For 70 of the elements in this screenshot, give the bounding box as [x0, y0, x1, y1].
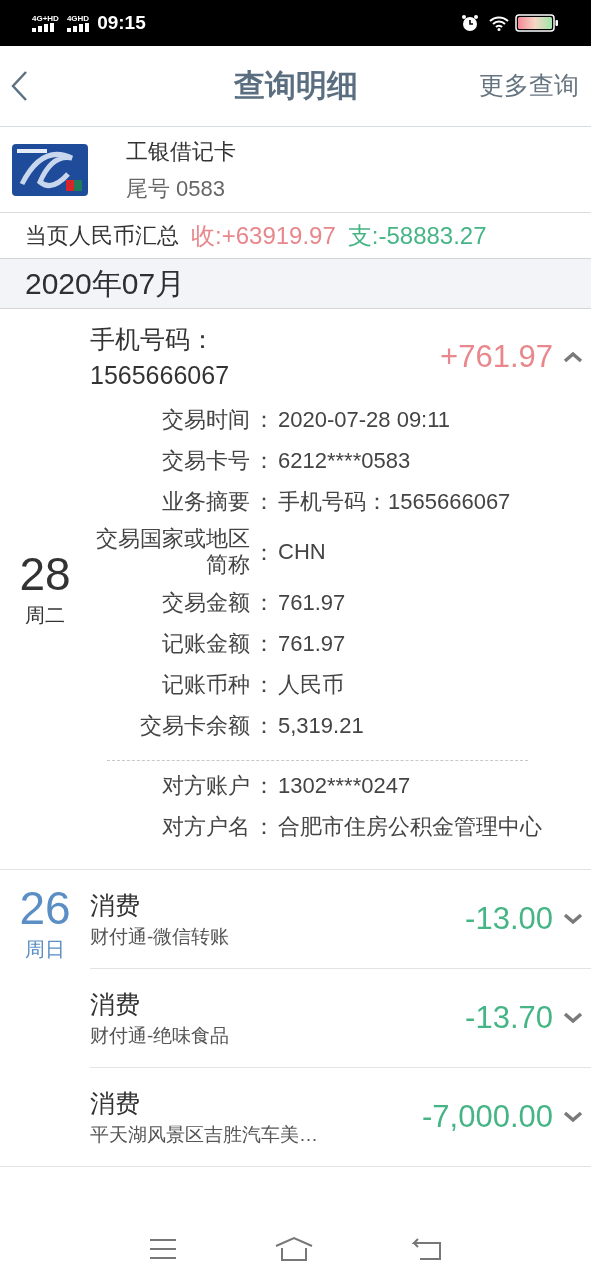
- battery-icon: [515, 14, 559, 32]
- transaction-row[interactable]: 消费 平天湖风景区吉胜汽车美… -7,000.00: [90, 1068, 591, 1166]
- detail-value: 合肥市住房公积金管理中心: [278, 812, 543, 841]
- colon-separator: ：: [253, 814, 275, 839]
- transaction-description: 财付通-微信转账: [90, 924, 231, 949]
- alarm-icon: [461, 14, 479, 32]
- back-icon[interactable]: [10, 70, 28, 102]
- colon-separator: ：: [253, 539, 275, 565]
- transaction-title: 消费: [90, 1087, 141, 1119]
- detail-value: CHN: [278, 538, 327, 566]
- detail-value: 2020-07-28 09:11: [278, 405, 452, 434]
- transaction-description: 财付通-绝味食品: [90, 1023, 231, 1048]
- detail-label: 交易卡余额: [139, 712, 250, 739]
- network-label: 4GHD: [66, 14, 90, 23]
- network-label: 4G+HD: [32, 14, 59, 23]
- wifi-icon: [489, 15, 509, 31]
- colon-separator: ：: [253, 672, 275, 697]
- day-number: 28: [19, 548, 71, 600]
- detail-label: 业务摘要: [161, 488, 250, 515]
- colon-separator: ：: [253, 773, 275, 798]
- weekday-label: 周日: [25, 937, 65, 962]
- detail-value: 761.97: [278, 629, 347, 658]
- detail-value: 5,319.21: [278, 711, 365, 740]
- menu-icon[interactable]: [148, 1238, 177, 1260]
- detail-label: 对方账户: [161, 772, 250, 799]
- bank-card-icon: [12, 143, 88, 196]
- expense-total: 支:-58883.27: [347, 220, 487, 251]
- colon-separator: ：: [253, 448, 275, 473]
- transaction-row[interactable]: 消费 财付通-绝味食品 -13.70: [90, 969, 591, 1067]
- back-nav-icon[interactable]: [412, 1237, 443, 1261]
- detail-label: 交易国家或地区简称: [95, 526, 250, 578]
- page-title: 查询明细: [233, 66, 358, 105]
- detail-value: 手机号码：1565666067: [278, 487, 512, 516]
- transaction-row[interactable]: 手机号码：1565666067 +761.97: [90, 309, 591, 403]
- detail-label: 记账币种: [161, 671, 250, 698]
- colon-separator: ：: [253, 407, 275, 432]
- colon-separator: ：: [253, 489, 275, 514]
- detail-label: 对方户名: [161, 813, 250, 840]
- signal-icon: [66, 22, 89, 32]
- home-icon[interactable]: [274, 1236, 315, 1262]
- detail-label: 记账金额: [161, 630, 250, 657]
- month-header: 2020年07月: [25, 266, 186, 302]
- colon-separator: ：: [253, 713, 275, 738]
- transaction-amount: -7,000.00: [422, 1097, 553, 1136]
- card-tail-number: 尾号 0583: [126, 174, 227, 203]
- transaction-amount: +761.97: [440, 337, 553, 376]
- detail-value: 6212****0583: [278, 446, 412, 475]
- signal-icon: [32, 22, 54, 32]
- detail-value: 761.97: [278, 588, 347, 617]
- card-name: 工银借记卡: [126, 137, 236, 166]
- transaction-title: 手机号码：1565666067: [90, 324, 231, 391]
- transaction-amount: -13.00: [465, 899, 553, 938]
- detail-value: 人民币: [278, 670, 345, 699]
- colon-separator: ：: [253, 590, 275, 615]
- detail-label: 交易金额: [161, 589, 250, 616]
- transaction-title: 消费: [90, 889, 141, 921]
- detail-label: 交易时间: [161, 406, 250, 433]
- day-number: 26: [19, 882, 71, 934]
- income-total: 收:+63919.97: [191, 220, 336, 251]
- transaction-title: 消费: [90, 988, 141, 1020]
- colon-separator: ：: [253, 631, 275, 656]
- more-query-button[interactable]: 更多查询: [479, 67, 579, 105]
- transaction-amount: -13.70: [465, 998, 553, 1037]
- clock-time: 09:15: [97, 10, 146, 35]
- summary-label: 当页人民币汇总: [25, 222, 179, 250]
- weekday-label: 周二: [25, 603, 65, 628]
- transaction-row[interactable]: 消费 财付通-微信转账 -13.00: [90, 870, 591, 968]
- transaction-description: 平天湖风景区吉胜汽车美…: [90, 1122, 319, 1147]
- detail-value: 1302****0247: [278, 771, 412, 800]
- detail-label: 交易卡号: [161, 447, 250, 474]
